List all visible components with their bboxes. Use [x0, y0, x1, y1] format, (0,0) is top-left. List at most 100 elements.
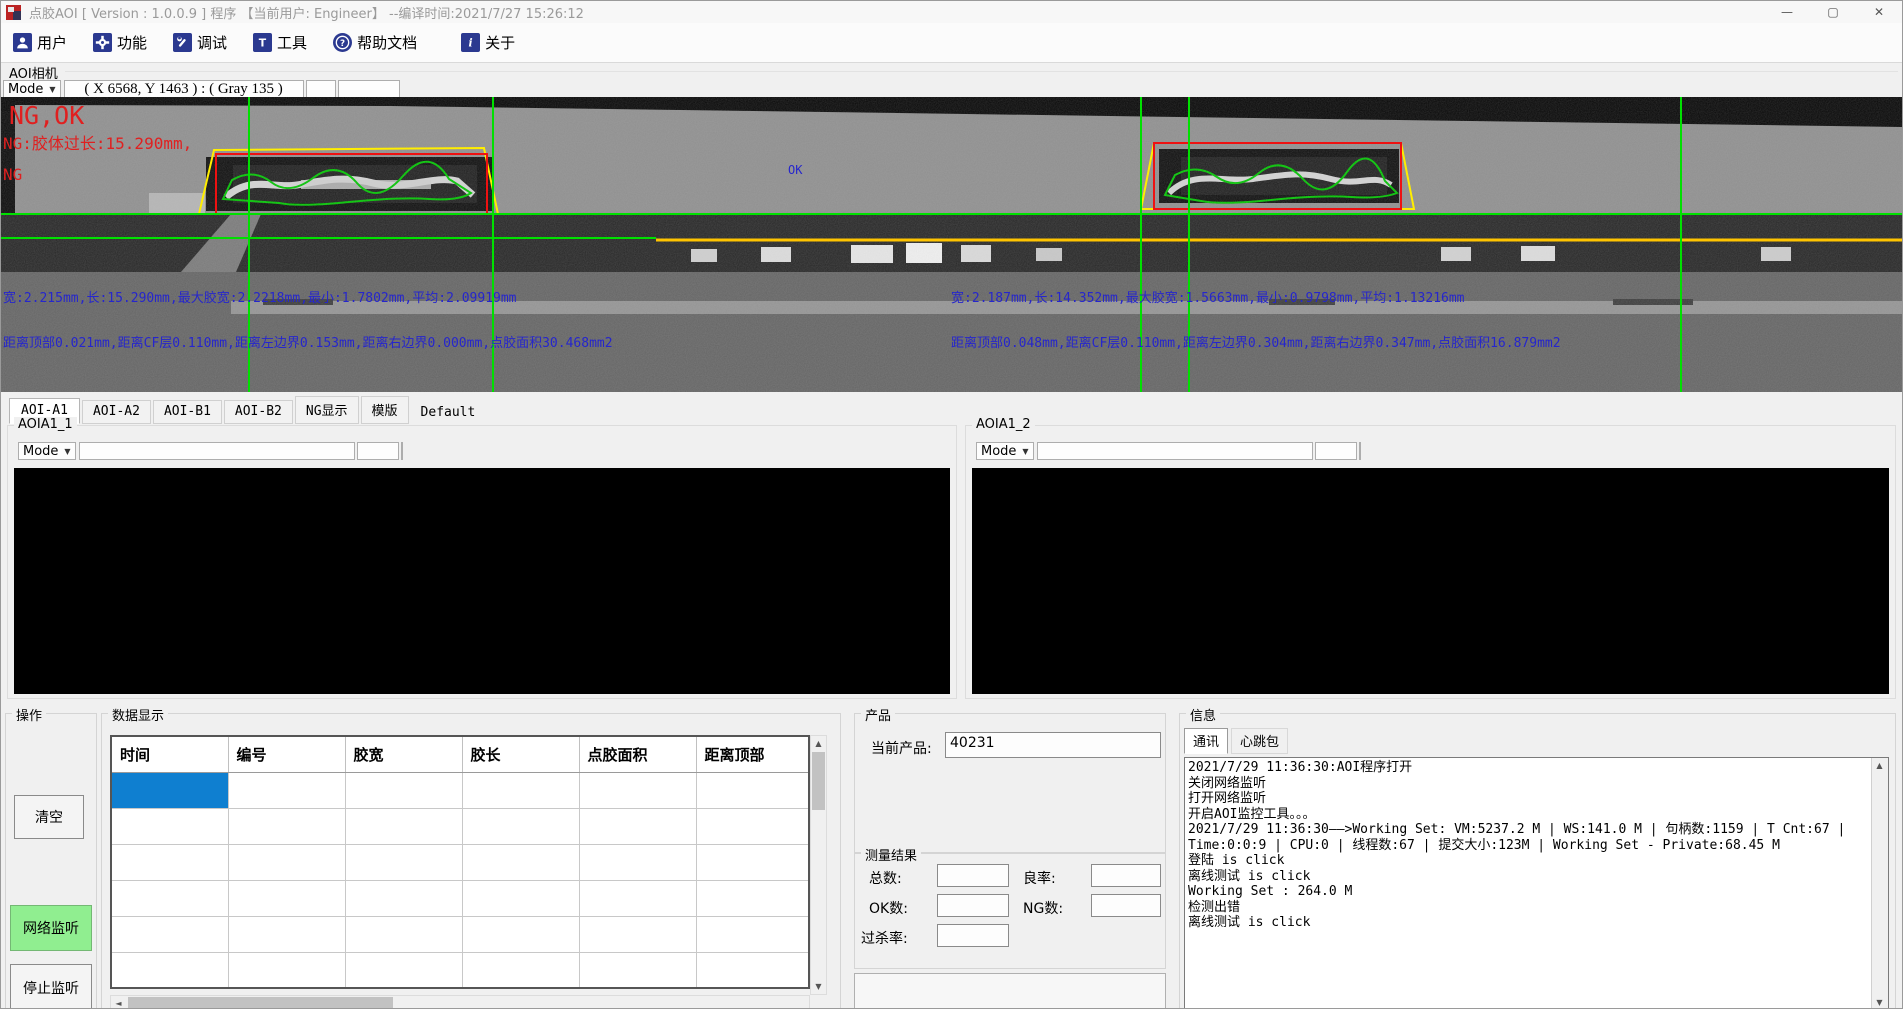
tab-default[interactable]: Default — [411, 402, 486, 424]
log-line: 2021/7/29 11:36:30:AOI程序打开 — [1188, 760, 1868, 776]
yield-field — [1091, 864, 1161, 887]
camera-mode-dropdown[interactable]: Mode ▼ — [3, 80, 61, 98]
title-bar: 点胶AOI [ Version : 1.0.0.9 ] 程序 【当前用户: En… — [1, 1, 1902, 23]
info-group: 信息 通讯 心跳包 2021/7/29 11:36:30:AOI程序打开 关闭网… — [1179, 713, 1896, 1009]
overkill-field — [937, 924, 1009, 947]
comm-log-area[interactable]: 2021/7/29 11:36:30:AOI程序打开 关闭网络监听 打开网络监听… — [1184, 757, 1889, 1009]
table-horizontal-scrollbar[interactable]: ◄ — [110, 995, 810, 1009]
table-row[interactable] — [111, 880, 809, 916]
col-id[interactable]: 编号 — [228, 736, 345, 772]
panel2-image-view[interactable] — [972, 468, 1889, 694]
panel-aoia1-2: AOIA1_2 Mode ▼ — [965, 425, 1896, 699]
panel-aoia1-2-label: AOIA1_2 — [972, 417, 1035, 432]
scroll-down-icon[interactable]: ▼ — [811, 979, 826, 994]
menu-about[interactable]: i 关于 — [457, 28, 519, 58]
table-row[interactable] — [111, 772, 809, 808]
menu-debug[interactable]: 调试 — [169, 28, 231, 58]
tab-comm[interactable]: 通讯 — [1184, 728, 1228, 754]
panel-aoia1-1: AOIA1_1 Mode ▼ — [7, 425, 957, 699]
svg-text:i: i — [469, 36, 473, 49]
current-product-label: 当前产品: — [871, 738, 932, 758]
col-glue-area[interactable]: 点胶面积 — [579, 736, 696, 772]
camera-aux-field-1[interactable] — [306, 80, 336, 98]
col-dist-top[interactable]: 距离顶部 — [696, 736, 809, 772]
camera-image-view[interactable]: NG,OK NG:胶体过长:15.290mm, NG OK 宽:2.215mm,… — [1, 97, 1903, 392]
camera-aux-field-2[interactable] — [338, 80, 400, 98]
current-product-field[interactable]: 40231 — [945, 732, 1161, 758]
panel1-aux-field[interactable] — [357, 442, 399, 460]
menu-tools[interactable]: T 工具 — [249, 28, 311, 58]
toolbar: 用户 功能 调试 T 工具 ? 帮助文档 — [1, 23, 1902, 63]
log-scrollbar[interactable]: ▲ ▼ — [1871, 758, 1888, 1009]
log-line: 关闭网络监听 — [1188, 776, 1868, 792]
camera-mode-row: Mode ▼ ( X 6568, Y 1463 ) : ( Gray 135 ) — [3, 80, 400, 98]
ng-reason-text: NG:胶体过长:15.290mm, — [3, 130, 192, 154]
total-field — [937, 864, 1009, 887]
tab-aoi-b1[interactable]: AOI-B1 — [153, 400, 222, 424]
col-glue-width[interactable]: 胶宽 — [345, 736, 462, 772]
network-listen-button[interactable]: 网络监听 — [10, 905, 92, 951]
menu-help[interactable]: ? 帮助文档 — [329, 28, 421, 58]
wrench-icon — [173, 33, 192, 52]
log-line: 开启AOI监控工具。。。 — [1188, 807, 1868, 823]
left-stats-line1: 宽:2.215mm,长:15.290mm,最大胶宽:2.2218mm,最小:1.… — [3, 287, 517, 306]
log-text: 2021/7/29 11:36:30:AOI程序打开 关闭网络监听 打开网络监听… — [1188, 760, 1868, 931]
gear-icon — [93, 33, 112, 52]
about-icon: i — [461, 33, 480, 52]
table-vertical-scrollbar[interactable]: ▲ ▼ — [810, 735, 827, 995]
panel1-aux-field-2[interactable] — [401, 442, 403, 460]
scroll-left-icon[interactable]: ◄ — [111, 996, 126, 1009]
panel2-aux-field[interactable] — [1315, 442, 1357, 460]
tab-heartbeat[interactable]: 心跳包 — [1231, 728, 1288, 754]
right-stats-line1: 宽:2.187mm,长:14.352mm,最大胶宽:1.5663mm,最小:0.… — [951, 287, 1465, 306]
col-glue-length[interactable]: 胶长 — [462, 736, 579, 772]
table-row[interactable] — [111, 952, 809, 988]
log-line: 离线测试 is click — [1188, 869, 1868, 885]
maximize-button[interactable]: ▢ — [1810, 1, 1856, 23]
panel1-image-view[interactable] — [14, 468, 950, 694]
ok-count-field — [937, 894, 1009, 917]
tab-aoi-b2[interactable]: AOI-B2 — [224, 400, 293, 424]
table-row[interactable] — [111, 808, 809, 844]
user-icon — [13, 33, 32, 52]
ok-label-text: OK — [788, 163, 802, 177]
selected-cell[interactable] — [111, 772, 228, 808]
scroll-up-icon[interactable]: ▲ — [1872, 758, 1887, 773]
menu-user[interactable]: 用户 — [9, 28, 71, 58]
operate-group: 操作 清空 网络监听 停止监听 — [5, 713, 97, 1009]
panel1-mode-dropdown[interactable]: Mode ▼ — [18, 442, 76, 460]
panel2-readout-field — [1037, 442, 1313, 460]
close-button[interactable]: ✕ — [1856, 1, 1902, 23]
log-line: 2021/7/29 11:36:30——>Working Set: VM:523… — [1188, 822, 1868, 838]
right-stats-line2: 距离顶部0.048mm,距离CF层0.110mm,距离左边界0.304mm,距离… — [951, 332, 1561, 351]
tab-aoi-a2[interactable]: AOI-A2 — [82, 400, 151, 424]
clear-button[interactable]: 清空 — [14, 795, 84, 839]
log-line: Working Set : 264.0 M — [1188, 884, 1868, 900]
scroll-up-icon[interactable]: ▲ — [811, 736, 826, 751]
chevron-down-icon: ▼ — [64, 447, 70, 456]
tab-template[interactable]: 模版 — [361, 396, 409, 424]
left-stats-line2: 距离顶部0.021mm,距离CF层0.110mm,距离左边界0.153mm,距离… — [3, 332, 613, 351]
minimize-button[interactable]: — — [1764, 1, 1810, 23]
results-group-label: 测量结果 — [861, 845, 921, 864]
table-row[interactable] — [111, 844, 809, 880]
tab-ng-display[interactable]: NG显示 — [295, 396, 359, 424]
scroll-down-icon[interactable]: ▼ — [1872, 995, 1887, 1009]
overkill-label: 过杀率: — [861, 928, 908, 948]
panel2-mode-dropdown[interactable]: Mode ▼ — [976, 442, 1034, 460]
table-row[interactable] — [111, 916, 809, 952]
panel2-aux-field-2[interactable] — [1359, 442, 1361, 460]
total-label: 总数: — [869, 868, 902, 888]
col-time[interactable]: 时间 — [111, 736, 228, 772]
stop-listen-button[interactable]: 停止监听 — [10, 964, 92, 1009]
log-line: 登陆 is click — [1188, 853, 1868, 869]
table-vscroll-thumb[interactable] — [812, 752, 825, 810]
product-group-label: 产品 — [861, 705, 895, 724]
menu-function[interactable]: 功能 — [89, 28, 151, 58]
table-hscroll-thumb[interactable] — [128, 997, 393, 1009]
notes-box — [854, 973, 1166, 1009]
yield-label: 良率: — [1023, 868, 1056, 888]
svg-text:T: T — [259, 36, 267, 49]
aoi-tab-strip: AOI-A1 AOI-A2 AOI-B1 AOI-B2 NG显示 模版 Defa… — [9, 396, 485, 424]
chevron-down-icon: ▼ — [49, 85, 55, 94]
